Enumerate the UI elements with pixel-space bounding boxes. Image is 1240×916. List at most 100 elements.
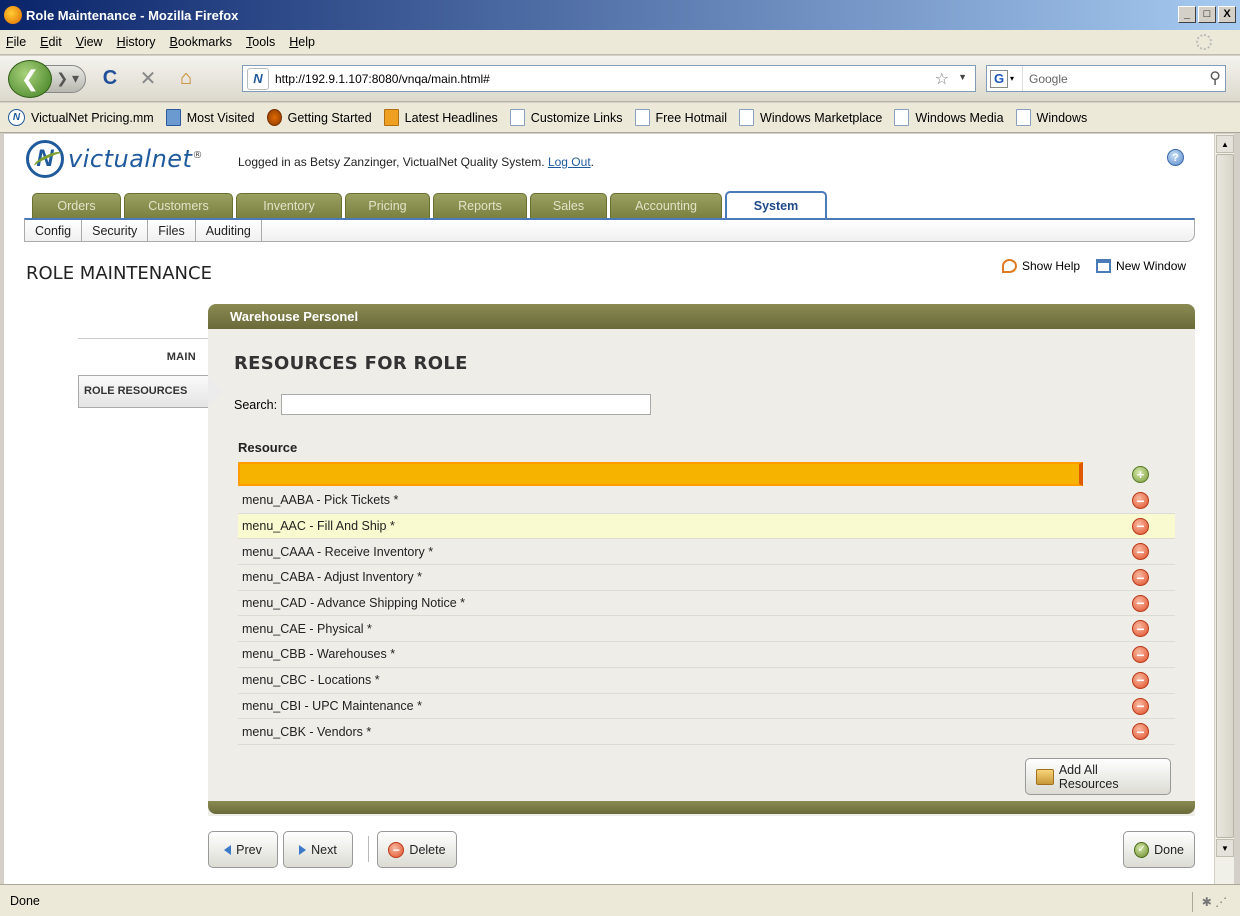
back-button[interactable]: ❮ [8, 59, 52, 98]
search-row: Search: [234, 394, 652, 415]
bookmark-label: VictualNet Pricing.mm [31, 110, 154, 125]
remove-icon[interactable]: − [1132, 620, 1149, 638]
subtab-security[interactable]: Security [82, 220, 149, 241]
home-icon[interactable]: ⌂ [172, 65, 200, 93]
bookmark-item[interactable]: Most Visited [165, 109, 255, 126]
search-placeholder[interactable]: Google [1029, 72, 1068, 86]
new-window-link[interactable]: New Window [1096, 259, 1186, 273]
left-nav-role-resources[interactable]: ROLE RESOURCES [78, 375, 224, 408]
delete-button[interactable]: − Delete [377, 831, 457, 868]
tab-reports[interactable]: Reports [433, 193, 527, 218]
url-dropdown-icon[interactable]: ▼ [958, 72, 967, 82]
most-visited-icon [165, 109, 181, 126]
status-text: Done [10, 893, 40, 908]
remove-icon[interactable]: − [1132, 723, 1149, 741]
minimize-button[interactable]: _ [1178, 6, 1196, 23]
remove-icon[interactable]: − [1132, 543, 1149, 561]
tab-system[interactable]: System [725, 191, 827, 218]
remove-icon[interactable]: − [1132, 517, 1149, 535]
subtab-config[interactable]: Config [25, 220, 83, 241]
stop-icon[interactable]: ✕ [134, 65, 162, 93]
scroll-thumb[interactable] [1216, 154, 1234, 838]
bookmark-item[interactable]: Windows Marketplace [739, 109, 882, 126]
bookmark-item[interactable]: Windows [1015, 109, 1087, 126]
new-resource-row[interactable] [238, 462, 1083, 486]
resource-row[interactable]: menu_CAAA - Receive Inventory * − [238, 539, 1175, 566]
reload-icon[interactable]: C [96, 65, 124, 93]
left-nav-main[interactable]: MAIN [78, 338, 218, 375]
site-icon: N [247, 67, 269, 90]
resource-label: menu_AABA - Pick Tickets * [242, 493, 399, 508]
next-button[interactable]: Next [283, 831, 353, 868]
search-icon[interactable]: ⚲ [1209, 68, 1221, 88]
search-bar[interactable]: G ▾ Google ⚲ [986, 65, 1226, 92]
remove-icon[interactable]: − [1132, 569, 1149, 587]
maximize-button[interactable]: □ [1198, 6, 1216, 23]
menu-view[interactable]: View [76, 35, 103, 49]
tab-inventory[interactable]: Inventory [236, 193, 342, 218]
panel-footer [208, 801, 1195, 814]
search-engine-selector[interactable]: G ▾ [987, 66, 1023, 91]
tab-orders[interactable]: Orders [32, 193, 121, 218]
scroll-up-icon[interactable]: ▲ [1216, 135, 1234, 153]
remove-icon[interactable]: − [1132, 492, 1149, 509]
bookmark-item[interactable]: Getting Started [266, 109, 372, 126]
bookmark-item[interactable]: Free Hotmail [634, 109, 727, 126]
scroll-down-icon[interactable]: ▼ [1216, 839, 1234, 857]
button-separator [368, 836, 369, 862]
resource-row[interactable]: menu_CBK - Vendors * − [238, 719, 1175, 745]
add-all-resources-button[interactable]: Add All Resources [1025, 758, 1171, 795]
bookmark-label: Windows Media [915, 110, 1004, 125]
login-status: Logged in as Betsy Zanzinger, VictualNet… [238, 155, 594, 169]
tab-sales[interactable]: Sales [530, 193, 607, 218]
bookmark-item[interactable]: Windows Media [894, 109, 1004, 126]
menu-edit[interactable]: Edit [40, 35, 62, 49]
subtab-auditing[interactable]: Auditing [196, 220, 262, 241]
remove-icon[interactable]: − [1132, 697, 1149, 715]
subtab-files[interactable]: Files [148, 220, 196, 241]
resource-label: menu_CBI - UPC Maintenance * [242, 698, 422, 713]
menu-tools[interactable]: Tools [246, 35, 275, 49]
prev-button[interactable]: Prev [208, 831, 278, 868]
vertical-scrollbar[interactable]: ▲ ▼ [1214, 134, 1234, 884]
menu-bookmarks[interactable]: Bookmarks [170, 35, 233, 49]
resource-row[interactable]: menu_CBB - Warehouses * − [238, 642, 1175, 668]
show-help-link[interactable]: Show Help [1002, 259, 1080, 273]
remove-icon[interactable]: − [1132, 594, 1149, 612]
resource-row[interactable]: menu_CAE - Physical * − [238, 616, 1175, 643]
menu-history[interactable]: History [117, 35, 156, 49]
remove-icon[interactable]: − [1132, 646, 1149, 664]
resource-row[interactable]: menu_CABA - Adjust Inventory * − [238, 565, 1175, 591]
remove-icon[interactable]: − [1132, 671, 1149, 689]
url-bar[interactable]: N http://192.9.1.107:8080/vnqa/main.html… [242, 65, 976, 92]
resource-row[interactable]: menu_CAD - Advance Shipping Notice * − [238, 591, 1175, 617]
logout-link[interactable]: Log Out [548, 155, 591, 169]
resource-row[interactable]: menu_CBC - Locations * − [238, 668, 1175, 694]
bookmark-item[interactable]: Latest Headlines [383, 109, 498, 126]
chevron-down-icon: ▾ [1010, 74, 1015, 83]
bookmark-item[interactable]: N VictualNet Pricing.mm [8, 109, 154, 126]
bookmark-item[interactable]: Customize Links [509, 109, 623, 126]
tab-accounting[interactable]: Accounting [610, 193, 722, 218]
bookmark-star-icon[interactable]: ☆ [935, 69, 949, 89]
menu-file[interactable]: File [6, 35, 26, 49]
resource-label: menu_CBK - Vendors * [242, 724, 372, 739]
delete-icon: − [388, 841, 405, 858]
help-icon[interactable]: ? [1167, 149, 1184, 166]
resource-row[interactable]: menu_AAC - Fill And Ship * − [238, 513, 1175, 540]
page-icon [1015, 109, 1031, 126]
resource-row[interactable]: menu_CBI - UPC Maintenance * − [238, 694, 1175, 720]
window-controls: _ □ X [1178, 6, 1236, 23]
url-text[interactable]: http://192.9.1.107:8080/vnqa/main.html# [275, 72, 490, 86]
done-button[interactable]: ✓ Done [1123, 831, 1195, 868]
menu-help[interactable]: Help [289, 35, 315, 49]
tab-pricing[interactable]: Pricing [345, 193, 430, 218]
resource-list: menu_AABA - Pick Tickets * − menu_AAC - Fi… [238, 488, 1175, 745]
tab-customers[interactable]: Customers [124, 193, 233, 218]
search-input[interactable] [281, 394, 652, 415]
resource-row[interactable]: menu_AABA - Pick Tickets * − [238, 488, 1175, 514]
add-icon[interactable]: + [1132, 466, 1149, 483]
close-button[interactable]: X [1218, 6, 1236, 23]
resource-label: menu_CBC - Locations * [242, 673, 380, 688]
resize-grip-icon: ✱ ⋰ [1192, 892, 1236, 912]
